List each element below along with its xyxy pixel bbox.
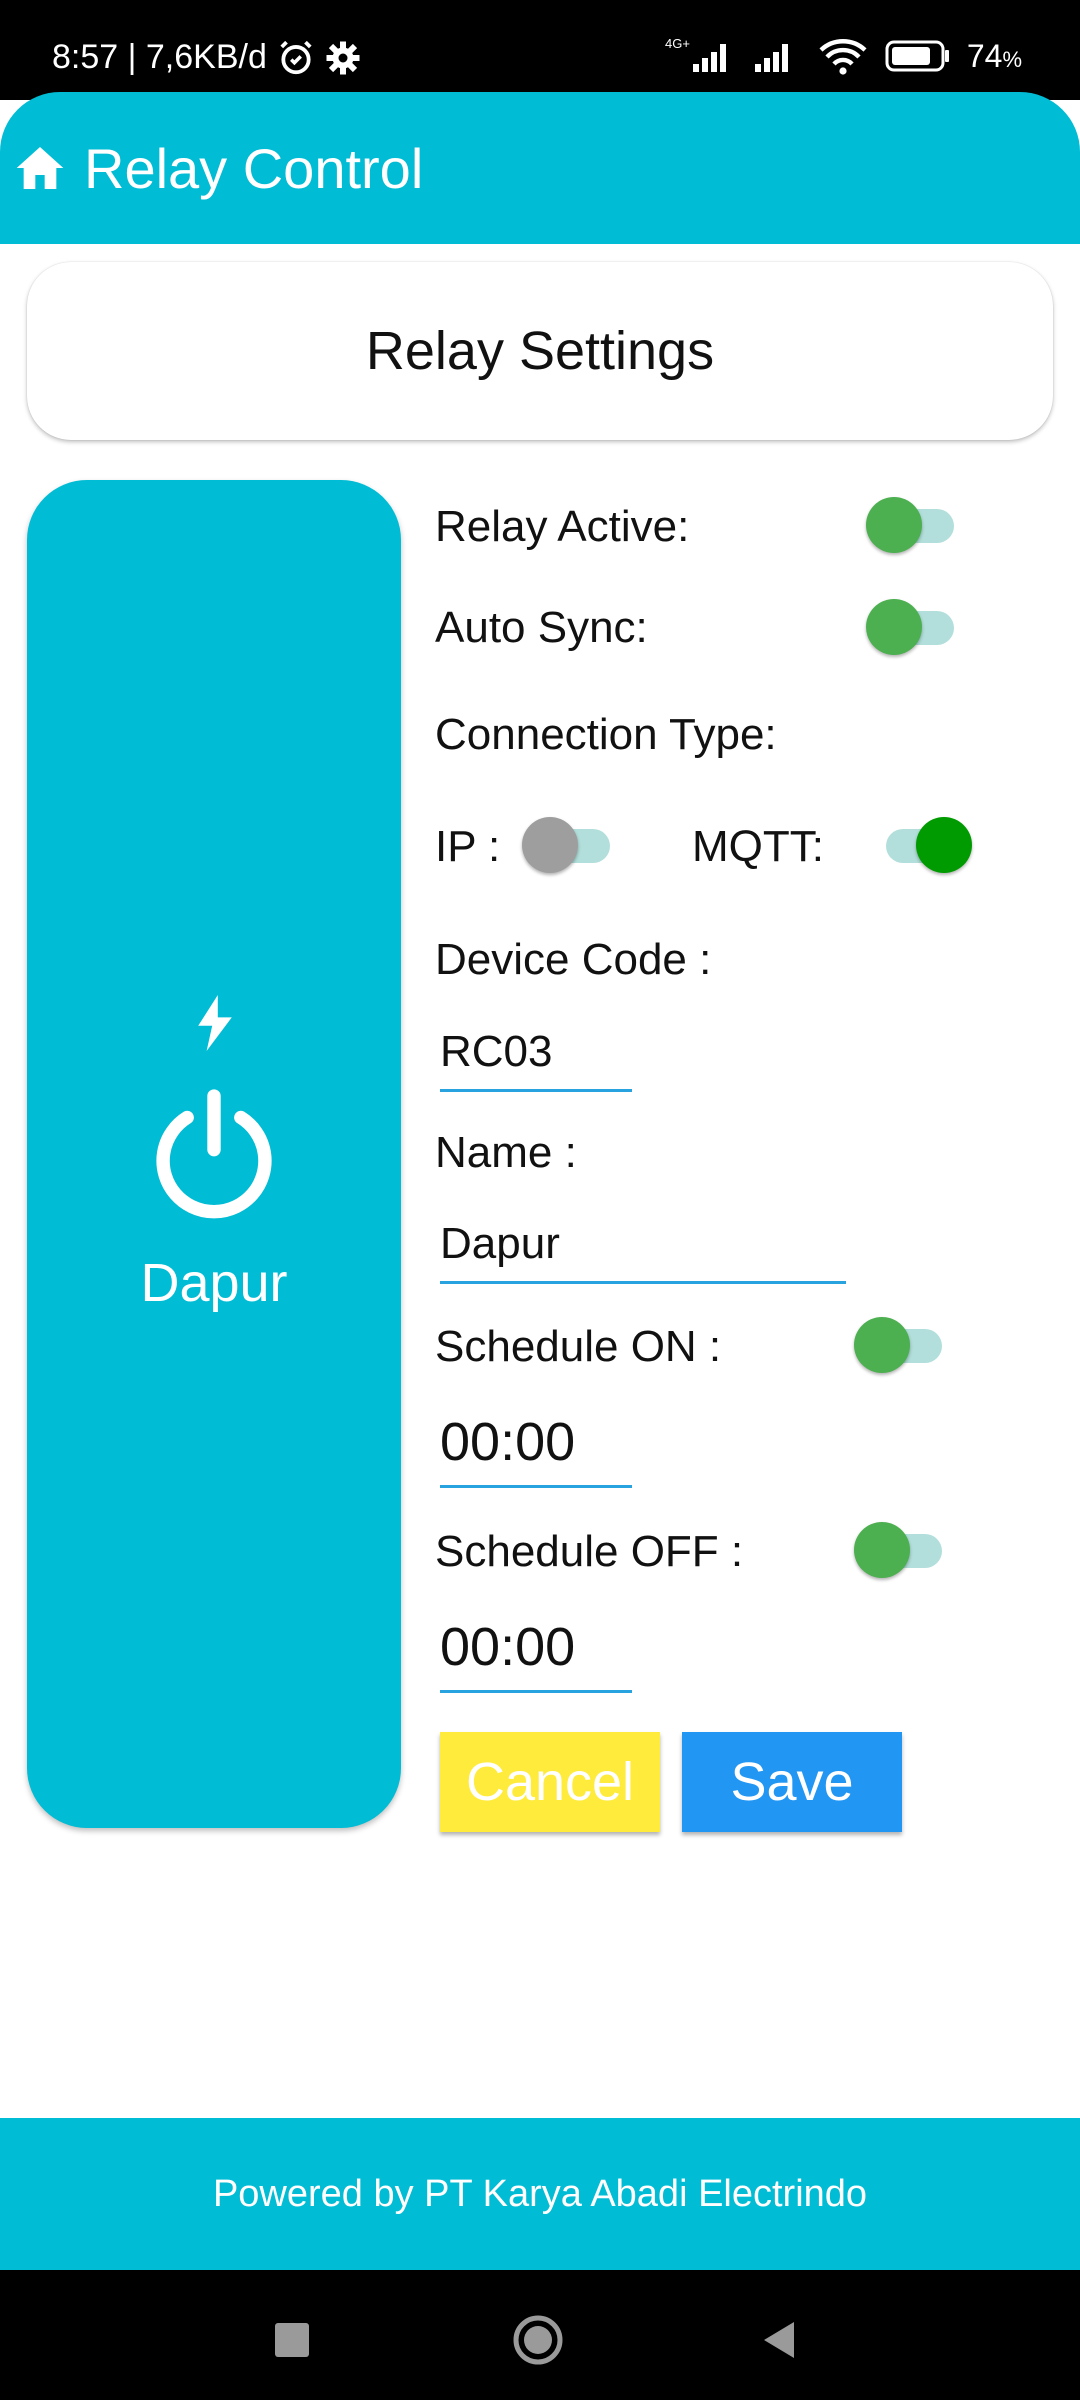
schedule-off-time-input[interactable]: 00:00 bbox=[440, 1617, 632, 1693]
auto-sync-switch[interactable] bbox=[866, 597, 962, 655]
status-time: 8:57 | 7,6KB/d bbox=[52, 38, 267, 76]
ip-switch[interactable] bbox=[522, 815, 618, 873]
home-nav-icon[interactable] bbox=[508, 2310, 568, 2370]
schedule-on-time: 00:00 bbox=[440, 1412, 576, 1472]
alarm-icon bbox=[280, 40, 312, 74]
status-left: 8:57 | 7,6KB/d bbox=[52, 38, 361, 77]
connection-type-label: Connection Type: bbox=[435, 710, 777, 759]
schedule-off-label: Schedule OFF : bbox=[435, 1527, 744, 1576]
bolt-icon bbox=[198, 995, 232, 1051]
app-bar: Relay Control bbox=[0, 92, 1080, 244]
network-label: 4G+ bbox=[665, 36, 690, 51]
switch-thumb bbox=[866, 497, 922, 553]
schedule-off-switch[interactable] bbox=[854, 1520, 950, 1578]
name-label: Name : bbox=[435, 1128, 577, 1177]
relay-card[interactable]: Dapur bbox=[27, 480, 401, 1828]
switch-thumb bbox=[916, 817, 972, 873]
app-title: Relay Control bbox=[84, 137, 424, 200]
battery-icon bbox=[885, 40, 949, 72]
device-code-value: RC03 bbox=[440, 1027, 553, 1076]
app-screen: 8:57 | 7,6KB/d 4G+ 74% Relay Control Rel… bbox=[0, 0, 1080, 2400]
signal-icon-2 bbox=[754, 44, 788, 72]
settings-header-card: Relay Settings bbox=[27, 262, 1053, 440]
signal-icon: 4G+ bbox=[665, 36, 726, 72]
settings-icon bbox=[326, 41, 360, 74]
name-input[interactable]: Dapur bbox=[440, 1214, 846, 1284]
cancel-button[interactable]: Cancel bbox=[440, 1732, 660, 1832]
home-icon[interactable] bbox=[12, 140, 68, 196]
power-icon[interactable] bbox=[147, 1088, 281, 1222]
auto-sync-label: Auto Sync: bbox=[435, 603, 648, 652]
recents-icon[interactable] bbox=[262, 2310, 322, 2370]
battery-level: 74% bbox=[967, 38, 1022, 75]
schedule-on-label: Schedule ON : bbox=[435, 1322, 722, 1371]
relay-active-switch[interactable] bbox=[866, 495, 962, 553]
schedule-on-time-input[interactable]: 00:00 bbox=[440, 1412, 632, 1488]
schedule-on-switch[interactable] bbox=[854, 1315, 950, 1373]
footer: Powered by PT Karya Abadi Electrindo bbox=[0, 2118, 1080, 2270]
device-code-label: Device Code : bbox=[435, 935, 712, 984]
status-right: 4G+ 74% bbox=[663, 36, 1022, 76]
mqtt-switch[interactable] bbox=[876, 815, 972, 873]
switch-thumb bbox=[522, 817, 578, 873]
save-button[interactable]: Save bbox=[682, 1732, 902, 1832]
battery-percent: 74 bbox=[966, 37, 1003, 74]
status-bar: 8:57 | 7,6KB/d 4G+ 74% bbox=[0, 0, 1080, 100]
footer-text: Powered by PT Karya Abadi Electrindo bbox=[212, 2172, 868, 2215]
name-value: Dapur bbox=[440, 1219, 560, 1268]
wifi-icon bbox=[819, 39, 867, 75]
system-nav-bar bbox=[0, 2270, 1080, 2400]
settings-title: Relay Settings bbox=[365, 321, 715, 381]
switch-thumb bbox=[854, 1522, 910, 1578]
switch-thumb bbox=[866, 599, 922, 655]
ip-label: IP : bbox=[435, 822, 501, 871]
back-icon[interactable] bbox=[750, 2310, 810, 2370]
relay-active-label: Relay Active: bbox=[435, 502, 690, 551]
schedule-off-time: 00:00 bbox=[440, 1617, 576, 1677]
mqtt-label: MQTT: bbox=[692, 822, 824, 871]
switch-thumb bbox=[854, 1317, 910, 1373]
relay-name: Dapur bbox=[140, 1253, 288, 1313]
battery-unit: % bbox=[1002, 46, 1022, 72]
device-code-input[interactable]: RC03 bbox=[440, 1022, 632, 1092]
